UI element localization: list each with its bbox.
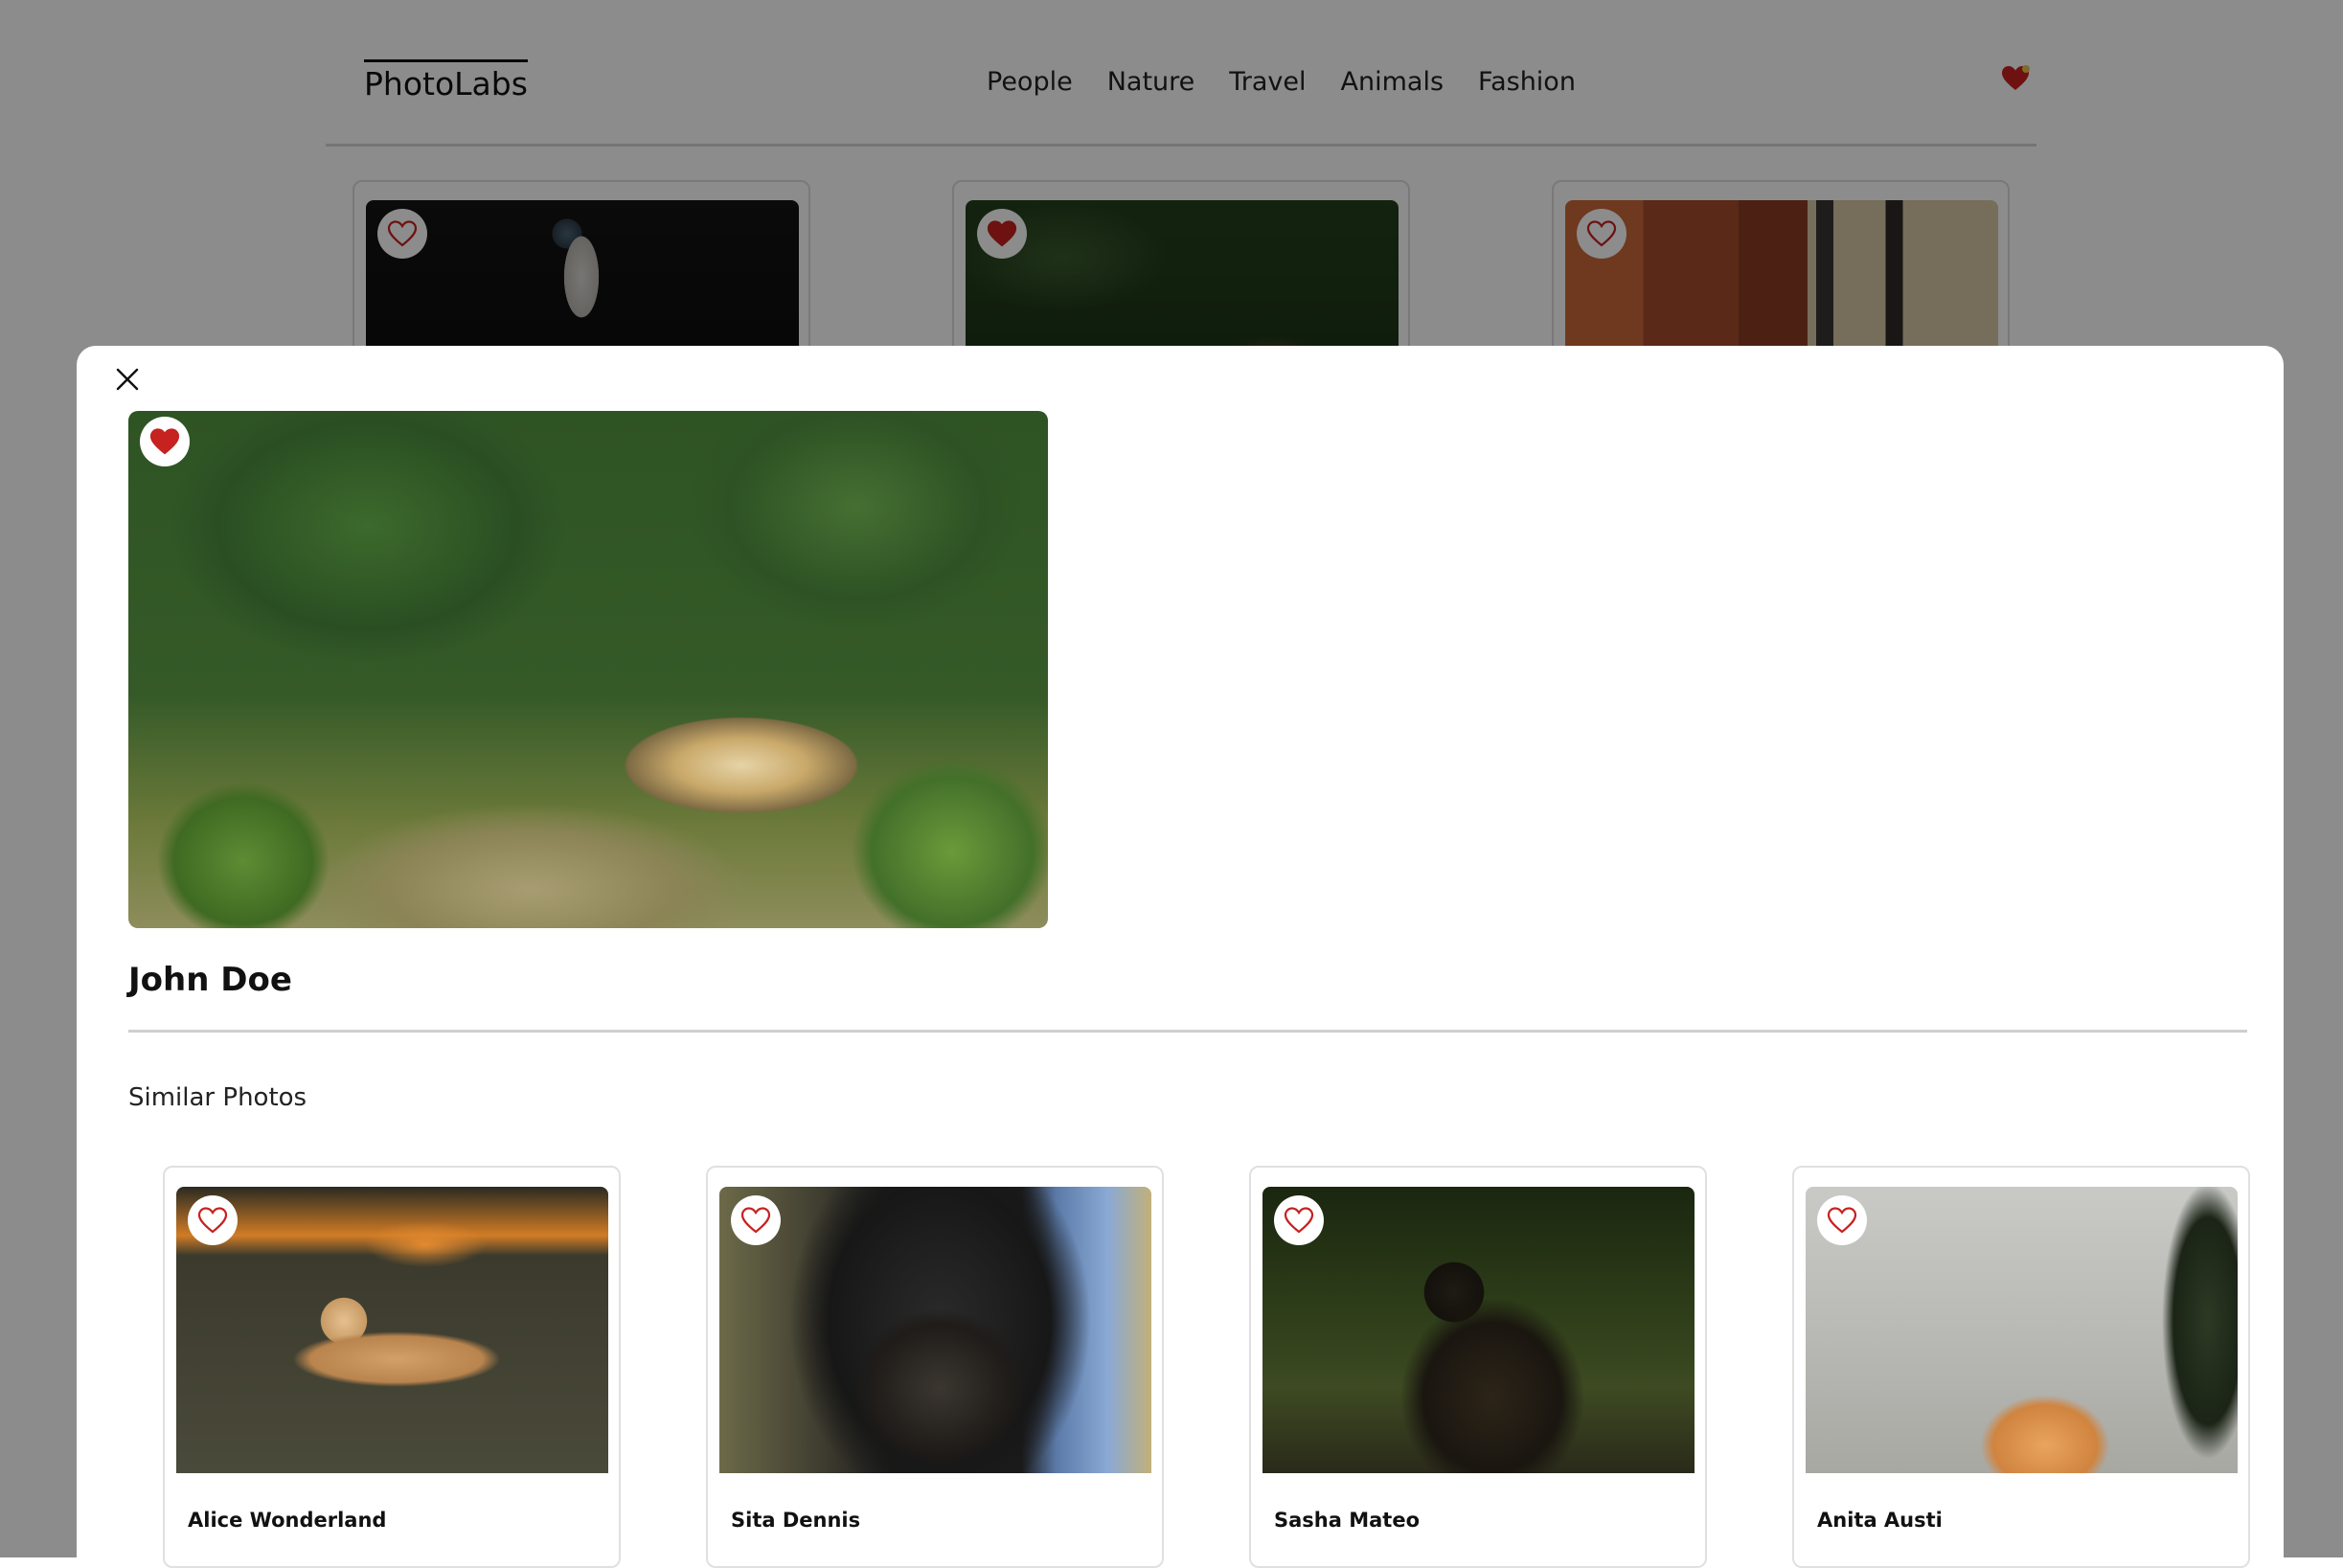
- heart-outline-icon: [197, 1207, 228, 1234]
- fav-button[interactable]: [731, 1195, 781, 1245]
- similar-photos-list: Alice Wonderland Sita Dennis Sasha Mateo: [163, 1166, 2251, 1568]
- photo-image[interactable]: [1806, 1187, 2238, 1473]
- photographer-name: Anita Austi: [1817, 1509, 1943, 1532]
- close-icon: [116, 368, 139, 391]
- similar-photo-card[interactable]: Alice Wonderland: [163, 1166, 621, 1568]
- photographer-name: John Doe: [128, 961, 292, 999]
- divider: [128, 1030, 2247, 1033]
- photographer-name: Alice Wonderland: [188, 1509, 387, 1532]
- photo-image[interactable]: [1262, 1187, 1695, 1473]
- similar-photos-heading: Similar Photos: [128, 1083, 307, 1112]
- fav-button[interactable]: [188, 1195, 238, 1245]
- heart-outline-icon: [1827, 1207, 1857, 1234]
- fav-button[interactable]: [1817, 1195, 1867, 1245]
- photographer-name: Sita Dennis: [731, 1509, 861, 1532]
- heart-outline-icon: [740, 1207, 771, 1234]
- photo-image[interactable]: [176, 1187, 608, 1473]
- photo-details-modal: John Doe Similar Photos Alice Wonderland…: [77, 346, 2284, 1568]
- similar-photo-card[interactable]: Anita Austi: [1792, 1166, 2250, 1568]
- fav-button[interactable]: [1274, 1195, 1324, 1245]
- heart-filled-icon: [149, 428, 180, 455]
- similar-photo-card[interactable]: Sita Dennis: [706, 1166, 1164, 1568]
- photo-image[interactable]: [719, 1187, 1151, 1473]
- similar-photo-card[interactable]: Sasha Mateo: [1249, 1166, 1707, 1568]
- heart-outline-icon: [1284, 1207, 1314, 1234]
- photographer-name: Sasha Mateo: [1274, 1509, 1421, 1532]
- selected-photo: [128, 411, 1048, 928]
- close-button[interactable]: [111, 363, 144, 396]
- fav-button[interactable]: [140, 417, 190, 466]
